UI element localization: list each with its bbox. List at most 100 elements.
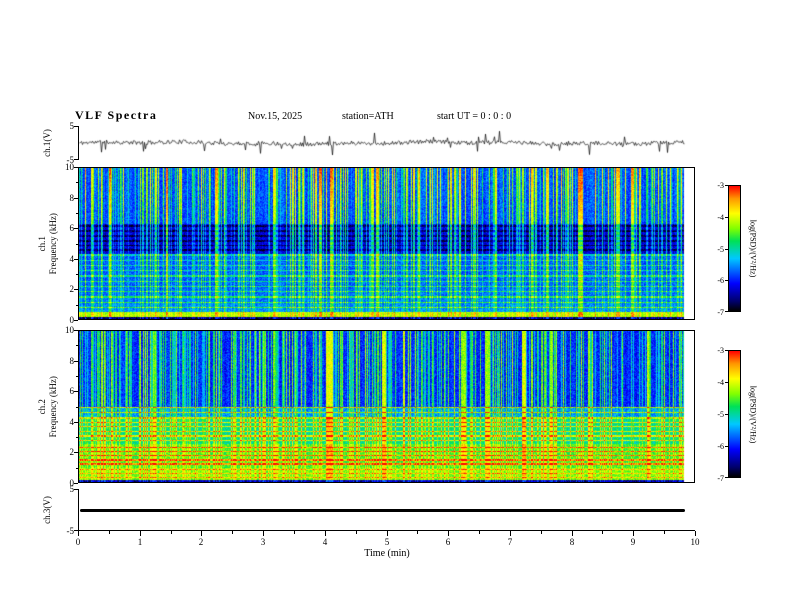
- start-ut-label: start UT = 0 : 0 : 0: [437, 111, 512, 122]
- y-tick-mark: [74, 361, 78, 362]
- x-minor-tick-mark: [171, 531, 172, 534]
- y-tick-mark: [74, 330, 78, 331]
- y-tick-mark: [74, 320, 78, 321]
- x-tick-mark: [201, 531, 202, 536]
- x-tick-label: 5: [384, 537, 390, 547]
- x-tick-mark: [140, 531, 141, 536]
- y-tick-mark: [74, 289, 78, 290]
- colorbar-tick-label: -7: [717, 474, 724, 483]
- colorbar-tick-label: -6: [717, 442, 724, 451]
- y-tick-mark: [74, 391, 78, 392]
- y-minor-tick-mark: [76, 376, 78, 377]
- y-tick-label: 4: [69, 254, 75, 264]
- y-tick-mark: [74, 198, 78, 199]
- ch3-voltage-axis-text: ch.3(V): [42, 496, 52, 524]
- colorbar-tick-label: -6: [717, 276, 724, 285]
- colorbar-tick-mark: [725, 280, 728, 281]
- ch2-spectrogram-panel: [78, 330, 695, 483]
- x-minor-tick-mark: [479, 531, 480, 534]
- x-tick-label: 0: [75, 537, 81, 547]
- colorbar-tick-mark: [725, 382, 728, 383]
- y-tick-mark: [74, 489, 78, 490]
- y-minor-tick-mark: [76, 182, 78, 183]
- y-tick-mark: [74, 167, 78, 168]
- x-minor-tick-mark: [294, 531, 295, 534]
- x-minor-tick-mark: [109, 531, 110, 534]
- y-tick-label: 4: [69, 417, 75, 427]
- x-tick-mark: [78, 531, 79, 536]
- x-tick-label: 6: [445, 537, 451, 547]
- y-tick-mark: [74, 483, 78, 484]
- x-tick-label: 2: [198, 537, 204, 547]
- colorbar-tick-label: -3: [717, 181, 724, 190]
- x-tick-mark: [387, 531, 388, 536]
- y-tick-mark: [74, 422, 78, 423]
- y-minor-tick-mark: [76, 274, 78, 275]
- y-minor-tick-mark: [76, 407, 78, 408]
- ch1-spec-channel-label: ch.1: [37, 235, 48, 252]
- y-tick-mark: [74, 452, 78, 453]
- colorbar-tick-label: -5: [717, 245, 724, 254]
- ch2-frequency-axis-label: ch.2 Frequency (kHz): [34, 330, 62, 483]
- ch2-colorbar-label-text: log(PSD)/(V²/Hz): [748, 385, 758, 443]
- ch3-voltage-axis-label: ch.3(V): [40, 489, 54, 531]
- y-tick-label: 2: [69, 284, 75, 294]
- colorbar-tick-label: -7: [717, 308, 724, 317]
- y-minor-tick-mark: [76, 437, 78, 438]
- x-tick-label: 10: [690, 537, 700, 547]
- ch3-waveform-panel: [78, 489, 695, 531]
- y-tick-label: 2: [69, 447, 75, 457]
- y-minor-tick-mark: [76, 244, 78, 245]
- x-minor-tick-mark: [541, 531, 542, 534]
- x-tick-mark: [572, 531, 573, 536]
- y-tick-label: 0: [69, 315, 75, 325]
- colorbar-tick-mark: [725, 477, 728, 478]
- x-minor-tick-mark: [356, 531, 357, 534]
- time-axis-label: Time (min): [364, 548, 410, 559]
- y-tick-label: 5: [69, 121, 75, 131]
- x-minor-tick-mark: [602, 531, 603, 534]
- y-minor-tick-mark: [76, 213, 78, 214]
- y-tick-label: 5: [69, 484, 75, 494]
- x-tick-label: 3: [260, 537, 266, 547]
- x-tick-mark: [510, 531, 511, 536]
- colorbar-tick-mark: [725, 350, 728, 351]
- x-minor-tick-mark: [232, 531, 233, 534]
- x-minor-tick-mark: [664, 531, 665, 534]
- y-tick-label: 6: [69, 386, 75, 396]
- ch2-spec-channel-label: ch.2: [37, 398, 48, 415]
- y-tick-mark: [74, 126, 78, 127]
- y-minor-tick-mark: [76, 468, 78, 469]
- colorbar-tick-label: -4: [717, 378, 724, 387]
- y-tick-label: 8: [69, 356, 75, 366]
- ch1-spectrogram: [79, 168, 694, 319]
- colorbar-tick-label: -3: [717, 346, 724, 355]
- colorbar-tick-mark: [725, 249, 728, 250]
- x-tick-mark: [448, 531, 449, 536]
- y-tick-label: 10: [65, 325, 74, 335]
- y-tick-label: -5: [66, 526, 75, 536]
- ch2-colorbar-label: log(PSD)/(V²/Hz): [746, 350, 760, 478]
- ch3-flatline-trace: [80, 509, 685, 512]
- x-tick-label: 7: [507, 537, 513, 547]
- vlf-spectra-figure: VLF Spectra Nov.15, 2025 station=ATH sta…: [0, 0, 792, 612]
- colorbar-tick-label: -4: [717, 213, 724, 222]
- ch1-frequency-axis-label: ch.1 Frequency (kHz): [34, 167, 62, 320]
- y-tick-mark: [74, 259, 78, 260]
- ch1-waveform-panel: [78, 126, 695, 160]
- y-tick-mark: [74, 228, 78, 229]
- colorbar-tick-label: -5: [717, 410, 724, 419]
- colorbar-tick-mark: [725, 414, 728, 415]
- ch1-colorbar: [728, 185, 741, 312]
- x-tick-label: 4: [322, 537, 328, 547]
- ch1-waveform-trace: [79, 126, 695, 160]
- x-tick-label: 9: [630, 537, 636, 547]
- x-tick-mark: [633, 531, 634, 536]
- x-tick-mark: [325, 531, 326, 536]
- colorbar-tick-mark: [725, 217, 728, 218]
- y-minor-tick-mark: [76, 345, 78, 346]
- x-tick-mark: [695, 531, 696, 536]
- y-minor-tick-mark: [76, 305, 78, 306]
- x-minor-tick-mark: [417, 531, 418, 534]
- ch1-colorbar-label-text: log(PSD)/(V²/Hz): [748, 219, 758, 278]
